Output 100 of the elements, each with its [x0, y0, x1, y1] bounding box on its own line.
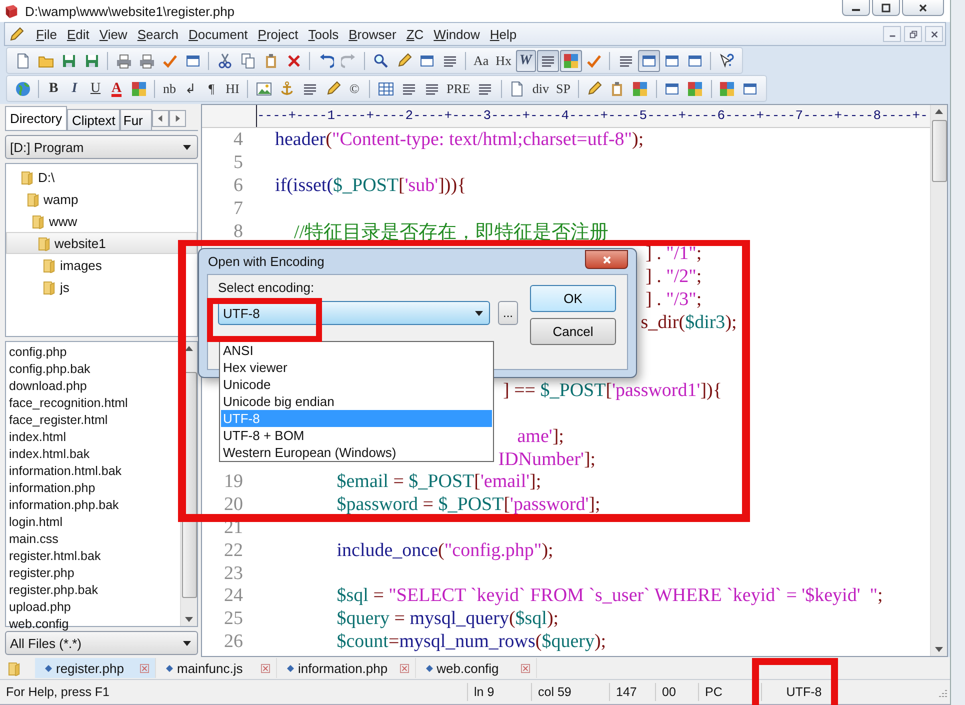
status-text: ln 9 [474, 685, 494, 699]
encoding-dropdown[interactable]: UTF-8 [218, 301, 490, 325]
close-button[interactable] [585, 250, 628, 269]
toolbar-button[interactable]: I [64, 78, 84, 100]
maximize-button[interactable] [872, 0, 900, 16]
file-list-entry[interactable]: web.config [9, 616, 180, 633]
close-button[interactable] [925, 26, 943, 42]
toolbar-button[interactable]: SP [552, 78, 574, 100]
scroll-right-button[interactable] [169, 110, 186, 127]
close-icon[interactable] [261, 664, 270, 672]
file-list-entry[interactable]: main.css [9, 531, 180, 548]
checkmark-icon [162, 52, 178, 68]
folder-icon [21, 170, 34, 184]
toolbar-button[interactable]: U [86, 78, 106, 100]
toolbar-button[interactable]: © [344, 78, 364, 100]
document-tab[interactable]: information.php [277, 658, 416, 678]
close-icon[interactable] [400, 664, 409, 672]
list-option[interactable]: ANSI [221, 342, 492, 359]
close-icon[interactable] [520, 664, 530, 672]
menu-item[interactable]: Search [132, 26, 184, 42]
close-icon [930, 30, 938, 38]
file-list-entry[interactable]: information.php.bak [9, 497, 180, 514]
file-list-entry[interactable]: face_recognition.html [9, 395, 180, 412]
window-icon [664, 52, 680, 68]
file-list-entry[interactable]: config.php.bak [9, 361, 180, 378]
toolbar-button[interactable] [536, 50, 559, 72]
minimize-button[interactable] [842, 0, 870, 16]
toolbar-button[interactable]: A [106, 78, 126, 100]
menu-item[interactable]: Browser [344, 26, 402, 42]
toolbar-button[interactable]: ↲ [180, 78, 200, 100]
toolbar-button[interactable]: B [44, 78, 64, 100]
menu-item[interactable]: File [31, 26, 62, 42]
toolbar-button[interactable]: W [516, 50, 536, 72]
file-list-entry[interactable]: information.html.bak [9, 463, 180, 480]
menu-item[interactable]: View [94, 26, 132, 42]
scrollbar-thumb[interactable] [932, 120, 946, 182]
list-option[interactable]: Hex viewer [221, 359, 492, 376]
file-list-entry[interactable]: register.php.bak [9, 582, 180, 599]
toolbar-button[interactable] [638, 50, 660, 72]
toolbar-button[interactable]: ¶ [202, 78, 222, 100]
tree-item[interactable]: D:\ [6, 166, 197, 188]
checkmark-icon [586, 52, 602, 68]
file-list-entry[interactable]: upload.php [9, 599, 180, 616]
tree-item[interactable]: images [6, 254, 197, 276]
tree-item[interactable]: website1 [6, 232, 197, 254]
close-button[interactable] [902, 0, 944, 16]
file-list-entry[interactable]: download.php [9, 378, 180, 395]
toolbar-button[interactable]: HI [222, 78, 242, 100]
toolbar-button[interactable]: nb [160, 78, 180, 100]
file-list-entry[interactable]: login.html [9, 514, 180, 531]
document-tab[interactable]: register.php [35, 658, 156, 678]
toolbar-button[interactable]: div [529, 78, 552, 100]
file-list-entry[interactable]: register.html.bak [9, 548, 180, 565]
line-number: 7 [234, 198, 243, 219]
folder-icon [43, 280, 56, 294]
list-option[interactable]: UTF-8 + BOM [221, 427, 492, 444]
restore-icon [908, 30, 918, 38]
drive-dropdown[interactable]: [D:] Program [5, 135, 198, 159]
cancel-button[interactable]: Cancel [530, 318, 616, 345]
menu-item[interactable]: Edit [62, 26, 94, 42]
panel-tab[interactable]: Fur [120, 109, 152, 130]
menu-item[interactable]: Document [184, 26, 253, 42]
status-text: UTF-8 [786, 685, 822, 699]
file-list-entry[interactable]: index.html.bak [9, 446, 180, 463]
list-option[interactable]: Unicode big endian [221, 393, 492, 410]
tree-item[interactable]: js [6, 276, 197, 298]
menu-item[interactable]: Tools [303, 26, 344, 42]
restore-button[interactable] [904, 26, 922, 42]
file-list-entry[interactable]: index.html [9, 429, 180, 446]
tree-item[interactable]: www [6, 210, 197, 232]
menu-item[interactable]: Project [252, 26, 304, 42]
window-icon [686, 52, 703, 68]
file-list-entry[interactable]: config.php [9, 344, 180, 361]
file-list-entry[interactable]: information.php [9, 480, 180, 497]
panel-tab[interactable]: Cliptext [67, 109, 120, 130]
scrollbar[interactable] [930, 105, 947, 656]
menu-item[interactable]: ZC [401, 26, 429, 42]
right-arrow-icon [175, 115, 180, 122]
menu-item[interactable]: Window [428, 26, 485, 42]
caret-icon [183, 144, 191, 150]
window-title: D:\wamp\www\website1\register.php [25, 4, 235, 18]
ok-button[interactable]: OK [530, 285, 616, 312]
list-option[interactable]: Unicode [221, 376, 492, 393]
file-filter-dropdown[interactable]: All Files (*.*) [5, 631, 198, 655]
toolbar-button[interactable]: Aa [470, 50, 492, 72]
menu-item[interactable]: Help [484, 26, 522, 42]
document-tab[interactable]: web.config [416, 658, 537, 678]
list-option[interactable]: Western European (Windows) [221, 444, 492, 461]
file-list-entry[interactable]: face_register.html [9, 412, 180, 429]
browse-button[interactable]: ... [498, 301, 518, 325]
file-list-entry[interactable]: register.php [9, 565, 180, 582]
printer-icon [116, 52, 132, 68]
panel-tab[interactable]: Directory [5, 106, 68, 130]
document-tab[interactable]: mainfunc.js [156, 658, 277, 678]
toolbar-button[interactable]: PRE [444, 78, 474, 100]
tree-item[interactable]: wamp [6, 188, 197, 210]
close-icon[interactable] [140, 664, 149, 672]
toolbar-button[interactable]: Hx [492, 50, 515, 72]
scroll-left-button[interactable] [152, 110, 170, 127]
field-label: Select encoding: [218, 280, 316, 295]
